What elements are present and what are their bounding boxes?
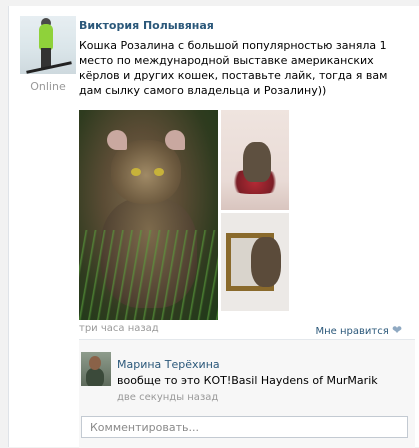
heart-icon: ❤	[391, 323, 402, 337]
commenter-avatar[interactable]	[81, 352, 111, 386]
post-time-link[interactable]: три часа назад	[79, 323, 159, 334]
post-author-link[interactable]: Виктория Полывяная	[79, 19, 214, 32]
author-avatar[interactable]	[20, 16, 76, 74]
post-card: Online Виктория Полывяная Кошка Розалина…	[8, 6, 419, 448]
like-button[interactable]: Мне нравится ❤	[316, 323, 403, 337]
comment-text: вообще то это КОТ!Basil Haydens of MurMa…	[117, 374, 378, 387]
comment-input[interactable]: Комментировать...	[81, 416, 408, 438]
comments-section: Марина Терёхина вообще то это КОТ!Basil …	[79, 339, 415, 448]
comment-time-link[interactable]: две секунды назад	[117, 392, 218, 403]
online-status: Online	[30, 80, 66, 93]
comment-author-link[interactable]: Марина Терёхина	[117, 358, 220, 371]
post-photo-3[interactable]	[221, 213, 289, 311]
like-label: Мне нравится	[315, 326, 389, 337]
post-photo-main[interactable]	[79, 110, 218, 320]
post-photo-2[interactable]	[221, 110, 289, 210]
post-text: Кошка Розалина с большой популярностью з…	[79, 39, 388, 97]
